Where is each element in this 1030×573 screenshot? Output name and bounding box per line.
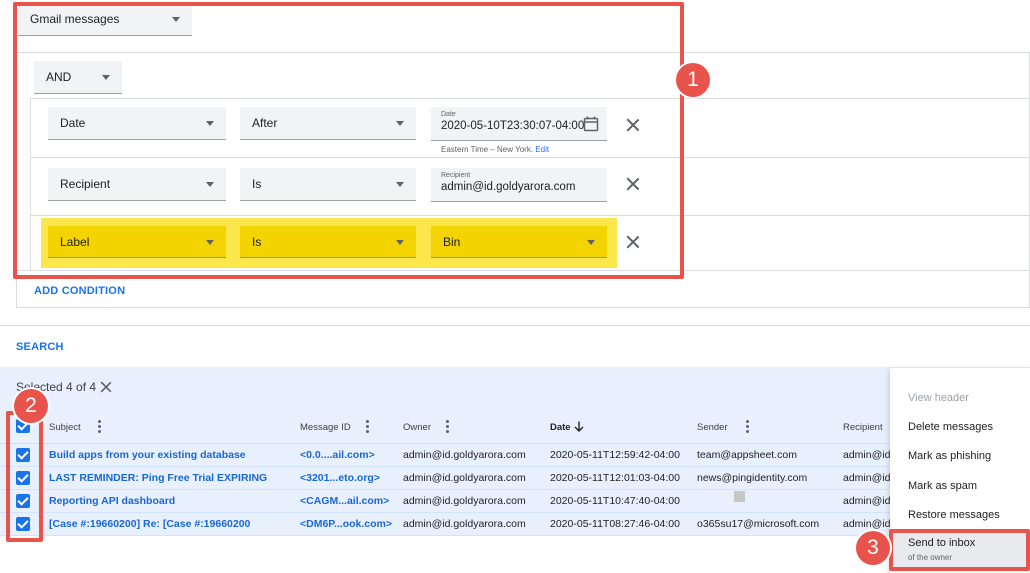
row-recipient: admin@id.g xyxy=(843,518,891,530)
clear-selection-close-icon[interactable] xyxy=(100,381,112,393)
menu-item-view-header: View header xyxy=(908,392,969,404)
table-header: Subject Message ID Owner Date Sender Rec… xyxy=(0,406,1030,444)
more-vert-icon[interactable] xyxy=(446,420,449,433)
row-owner: admin@id.goldyarora.com xyxy=(403,495,526,507)
selection-bar: Selected 4 of 4 xyxy=(0,367,1030,406)
row-owner: admin@id.goldyarora.com xyxy=(403,472,526,484)
annotation-box-1 xyxy=(13,2,684,279)
table-row[interactable]: Build apps from your existing database <… xyxy=(0,444,1030,467)
row-sender: team@appsheet.com xyxy=(697,449,797,461)
add-condition-button[interactable]: ADD CONDITION xyxy=(34,285,125,297)
header-date[interactable]: Date xyxy=(550,422,571,433)
row-sender: o365su17@microsoft.com xyxy=(697,518,820,530)
divider xyxy=(16,307,1030,308)
annotation-badge-1: 1 xyxy=(676,63,710,97)
divider xyxy=(0,325,1030,326)
header-subject[interactable]: Subject xyxy=(49,422,81,433)
row-recipient: admin@id.g xyxy=(843,472,891,484)
row-date: 2020-05-11T12:59:42-04:00 xyxy=(550,449,680,461)
row-subject[interactable]: Reporting API dashboard xyxy=(49,495,175,507)
more-vert-icon[interactable] xyxy=(98,420,101,433)
row-subject[interactable]: [Case #:19660200] Re: [Case #:19660200 xyxy=(49,518,250,530)
table-row[interactable]: Reporting API dashboard <CAGM...ail.com>… xyxy=(0,490,1030,513)
row-recipient: admin@id.g xyxy=(843,495,891,507)
row-subject[interactable]: LAST REMINDER: Ping Free Trial EXPIRING xyxy=(49,472,267,484)
row-owner: admin@id.goldyarora.com xyxy=(403,518,526,530)
row-message-id[interactable]: <3201...eto.org> xyxy=(300,472,380,484)
search-button[interactable]: SEARCH xyxy=(16,341,64,353)
annotation-box-2 xyxy=(6,411,43,542)
annotation-badge-2: 2 xyxy=(14,389,48,423)
more-vert-icon[interactable] xyxy=(366,420,369,433)
header-recipient[interactable]: Recipient xyxy=(843,422,883,433)
row-owner: admin@id.goldyarora.com xyxy=(403,449,526,461)
row-date: 2020-05-11T08:27:46-04:00 xyxy=(550,518,680,530)
page: Gmail messages AND Date After Date 2020-… xyxy=(0,0,1030,573)
row-subject[interactable]: Build apps from your existing database xyxy=(49,449,246,461)
more-vert-icon[interactable] xyxy=(746,420,749,433)
header-message-id[interactable]: Message ID xyxy=(300,422,351,433)
table-row[interactable]: LAST REMINDER: Ping Free Trial EXPIRING … xyxy=(0,467,1030,490)
row-message-id[interactable]: <CAGM...ail.com> xyxy=(300,495,389,507)
arrow-down-icon[interactable] xyxy=(574,421,584,432)
header-owner[interactable]: Owner xyxy=(403,422,431,433)
menu-item-mark-as-spam[interactable]: Mark as spam xyxy=(908,480,977,492)
header-sender[interactable]: Sender xyxy=(697,422,728,433)
row-recipient: admin@id.g xyxy=(843,449,891,461)
menu-item-delete-messages[interactable]: Delete messages xyxy=(908,421,993,433)
row-date: 2020-05-11T10:47:40-04:00 xyxy=(550,495,680,507)
annotation-badge-3: 3 xyxy=(856,531,890,565)
row-sender: news@pingidentity.com xyxy=(697,472,808,484)
sender-avatar-placeholder xyxy=(734,491,745,502)
menu-item-restore-messages[interactable]: Restore messages xyxy=(908,509,1000,521)
menu-item-mark-as-phishing[interactable]: Mark as phishing xyxy=(908,450,991,462)
row-message-id[interactable]: <DM6P...ook.com> xyxy=(300,518,392,530)
annotation-box-3 xyxy=(889,529,1030,571)
row-message-id[interactable]: <0.0....ail.com> xyxy=(300,449,375,461)
row-date: 2020-05-11T12:01:03-04:00 xyxy=(550,472,680,484)
